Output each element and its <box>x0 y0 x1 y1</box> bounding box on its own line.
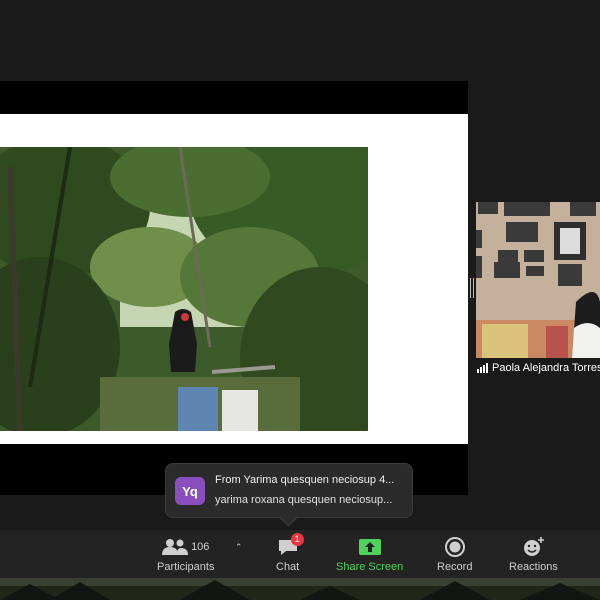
participants-button[interactable]: 106 Participants <box>157 536 214 573</box>
reactions-label: Reactions <box>509 561 558 573</box>
slide-photo <box>0 147 368 431</box>
share-screen-label: Share Screen <box>336 561 404 573</box>
participants-icon <box>162 539 189 555</box>
participants-caret-icon[interactable]: ⌃ <box>235 542 243 553</box>
participant-video[interactable]: Paola Alejandra Torres <box>476 202 600 378</box>
record-label: Record <box>437 561 473 573</box>
chat-label: Chat <box>276 561 300 573</box>
sender-avatar: Yq <box>175 477 205 505</box>
share-screen-button[interactable]: Share Screen <box>336 536 403 573</box>
meeting-toolbar: 106 Participants ⌃ 1 Chat Share Screen R… <box>0 530 600 578</box>
participant-name-bar: Paola Alejandra Torres <box>476 358 600 378</box>
signal-strength-icon <box>477 363 488 373</box>
reactions-button[interactable]: Reactions <box>509 536 558 573</box>
participant-name: Paola Alejandra Torres <box>492 362 600 374</box>
resize-handle[interactable] <box>470 278 474 298</box>
record-button[interactable]: Record <box>437 536 472 573</box>
chat-message-preview: yarima roxana quesquen neciosup... <box>215 494 393 506</box>
participants-count: 106 <box>191 541 210 553</box>
chat-unread-badge: 1 <box>290 533 304 546</box>
chat-button[interactable]: 1 Chat <box>276 533 304 573</box>
chat-sender-line: From Yarima quesquen neciosup 4... <box>215 474 395 486</box>
video-feed <box>476 202 600 358</box>
share-screen-icon <box>358 539 381 555</box>
participants-label: Participants <box>157 561 215 573</box>
background-window-strip <box>0 578 600 600</box>
reactions-icon <box>524 537 545 556</box>
chat-notification[interactable]: Yq From Yarima quesquen neciosup 4... ya… <box>165 463 413 518</box>
record-icon <box>444 537 465 557</box>
meeting-stage: Paola Alejandra Torres Yq From Yarima qu… <box>0 0 600 530</box>
